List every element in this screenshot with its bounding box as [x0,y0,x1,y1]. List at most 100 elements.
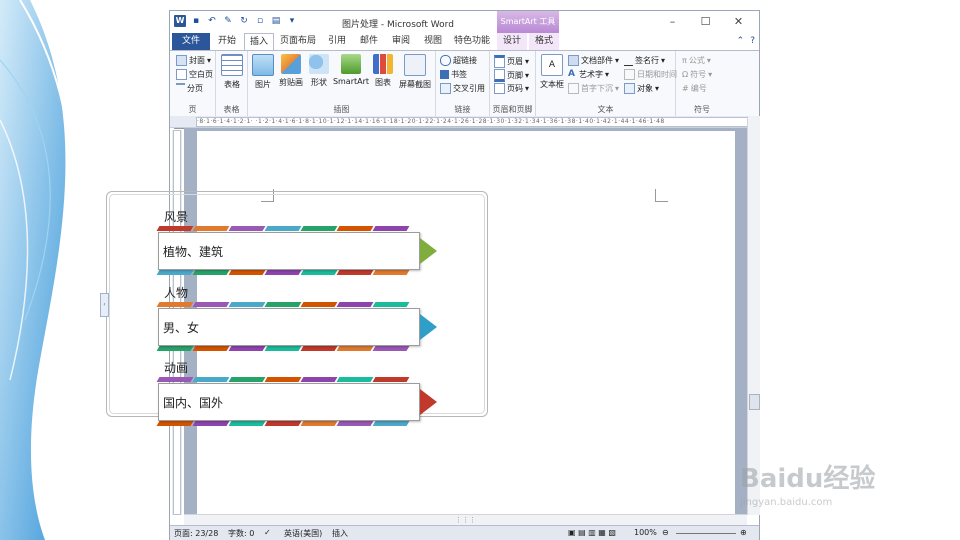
chart-button[interactable]: 图表 [372,54,394,88]
section-text[interactable]: 植物、建筑 [158,232,420,270]
section-heading[interactable]: 风景 [164,208,188,225]
page-count[interactable]: 页面: 23/28 [174,528,218,539]
numbering-button[interactable]: # 编号 [682,83,707,94]
header-button[interactable]: 页眉 ▾ [494,55,529,68]
group-tables: 表格 表格 [216,51,248,116]
smartart-text-pane-toggle[interactable]: ‹ [100,293,109,317]
bookmark-button[interactable]: 书签 [440,69,467,80]
hyperlink-button[interactable]: 超链接 [440,55,477,66]
word-count[interactable]: 字数: 0 [228,528,254,539]
horizontal-ruler[interactable]: ·8·1·6·1·4·1·2·1· ·1·2·1·4·1·6·1·8·1·10·… [170,116,759,128]
smartart-icon [341,54,361,74]
new-document-icon[interactable]: ▫ [254,15,266,27]
group-header-footer: 页眉 ▾ 页脚 ▾ 页码 ▾ 页眉和页脚 [490,51,536,116]
smartart-button[interactable]: SmartArt [332,54,370,86]
customize-toolbar-icon[interactable]: ▾ [286,15,298,27]
undo-icon[interactable]: ↶ [206,15,218,27]
date-time-button[interactable]: 日期和时间 [624,69,677,80]
clipart-label: 剪贴画 [279,78,303,87]
tab-file[interactable]: 文件 [172,33,210,50]
close-icon[interactable]: ✕ [722,13,755,31]
vertical-scrollbar[interactable] [747,116,760,515]
print-preview-icon[interactable]: ▤ [270,15,282,27]
tab-references[interactable]: 引用 [322,33,352,50]
section-text[interactable]: 国内、国外 [158,383,420,421]
wordart-button[interactable]: A 艺术字 ▾ [568,69,609,80]
blank-page-button[interactable]: 空白页 [176,69,213,80]
calendar-icon [624,69,635,80]
tab-design[interactable]: 设计 [497,33,527,50]
page-break-label: 分页 [187,84,203,93]
section-arrow-box[interactable]: 国内、国外 [158,383,438,423]
page-break-button[interactable]: 分页 [176,83,203,94]
title-bar: W ▪ ↶ ✎ ↻ ▫ ▤ ▾ 图片处理 - Microsoft Word Sm… [170,11,759,33]
format-painter-icon[interactable]: ✎ [222,15,234,27]
proofing-icon[interactable]: ✓ [264,528,271,537]
tab-home[interactable]: 开始 [212,33,242,50]
zoom-slider[interactable] [676,533,736,534]
arrow-head-icon [420,389,437,415]
table-button[interactable]: 表格 [220,54,244,90]
signature-line-button[interactable]: 签名行 ▾ [624,55,665,66]
quick-parts-icon [568,55,579,66]
drop-cap-label: 首字下沉 [581,84,613,93]
section-arrow-box[interactable]: 植物、建筑 [158,232,438,272]
cross-reference-icon [440,83,451,94]
scroll-thumb[interactable] [749,394,760,410]
picture-button[interactable]: 图片 [252,54,274,90]
language-indicator[interactable]: 英语(美国) [284,528,322,539]
screenshot-button[interactable]: 屏幕截图 [396,54,434,90]
arrow-head-icon [420,238,437,264]
tab-special-features[interactable]: 特色功能 [450,33,494,50]
save-icon[interactable]: ▪ [190,15,202,27]
tab-insert[interactable]: 插入 [244,33,274,50]
minimize-icon[interactable]: – [656,13,689,31]
drop-cap-button[interactable]: 首字下沉 ▾ [568,83,619,94]
textbox-button[interactable]: A 文本框 [538,54,566,90]
tab-view[interactable]: 视图 [418,33,448,50]
cross-reference-button[interactable]: 交叉引用 [440,83,485,94]
page-number-button[interactable]: 页码 ▾ [494,83,529,94]
group-label-header-footer: 页眉和页脚 [492,105,533,114]
blank-page-label: 空白页 [189,70,213,79]
shapes-button[interactable]: 形状 [308,54,330,88]
tab-review[interactable]: 审阅 [386,33,416,50]
hyperlink-icon [440,55,451,66]
view-buttons[interactable]: ▣ ▤ ▥ ▦ ▧ [568,528,616,537]
symbol-label: 符号 [690,70,707,79]
zoom-out-icon[interactable]: ⊖ [662,528,669,537]
word-logo-icon[interactable]: W [174,15,186,27]
section-text[interactable]: 男、女 [158,308,420,346]
status-bar: 页面: 23/28 字数: 0 ✓ 英语(美国) 插入 ▣ ▤ ▥ ▦ ▧ 10… [170,525,759,540]
section-heading[interactable]: 动画 [164,359,188,376]
equation-button[interactable]: π 公式 ▾ [682,55,711,66]
tab-page-layout[interactable]: 页面布局 [276,33,320,50]
zoom-level[interactable]: 100% [634,528,657,537]
clipart-button[interactable]: 剪贴画 [276,54,306,88]
minimize-ribbon-icon[interactable]: ⌃ [737,36,745,46]
group-label-pages: 页 [188,105,197,114]
clipart-icon [281,54,301,74]
tab-format[interactable]: 格式 [529,33,559,50]
picture-label: 图片 [255,80,271,89]
maximize-icon[interactable]: ☐ [689,13,722,31]
tab-mailings[interactable]: 邮件 [354,33,384,50]
object-button[interactable]: 对象 ▾ [624,83,659,94]
help-icon[interactable]: ? [750,36,755,46]
window-title: 图片处理 - Microsoft Word [342,20,454,30]
arrow-head-icon [420,314,437,340]
symbol-button[interactable]: Ω 符号 ▾ [682,69,712,80]
signature-line-icon [624,56,633,66]
screenshot-label: 屏幕截图 [399,80,431,89]
redo-icon[interactable]: ↻ [238,15,250,27]
quick-parts-button[interactable]: 文档部件 ▾ [568,55,619,66]
object-label: 对象 [637,84,653,93]
group-label-text: 文本 [597,105,614,114]
group-text: A 文本框 文档部件 ▾ A 艺术字 ▾ 首字下沉 ▾ 签名行 ▾ 日期和时间 对象 ▾ 文… [536,51,677,116]
footer-button[interactable]: 页脚 ▾ [494,69,529,82]
section-heading[interactable]: 人物 [164,284,188,301]
zoom-in-icon[interactable]: ⊕ [740,528,747,537]
insert-mode-indicator[interactable]: 插入 [332,528,348,539]
cover-page-button[interactable]: 封面 ▾ [176,55,211,66]
section-arrow-box[interactable]: 男、女 [158,308,438,348]
